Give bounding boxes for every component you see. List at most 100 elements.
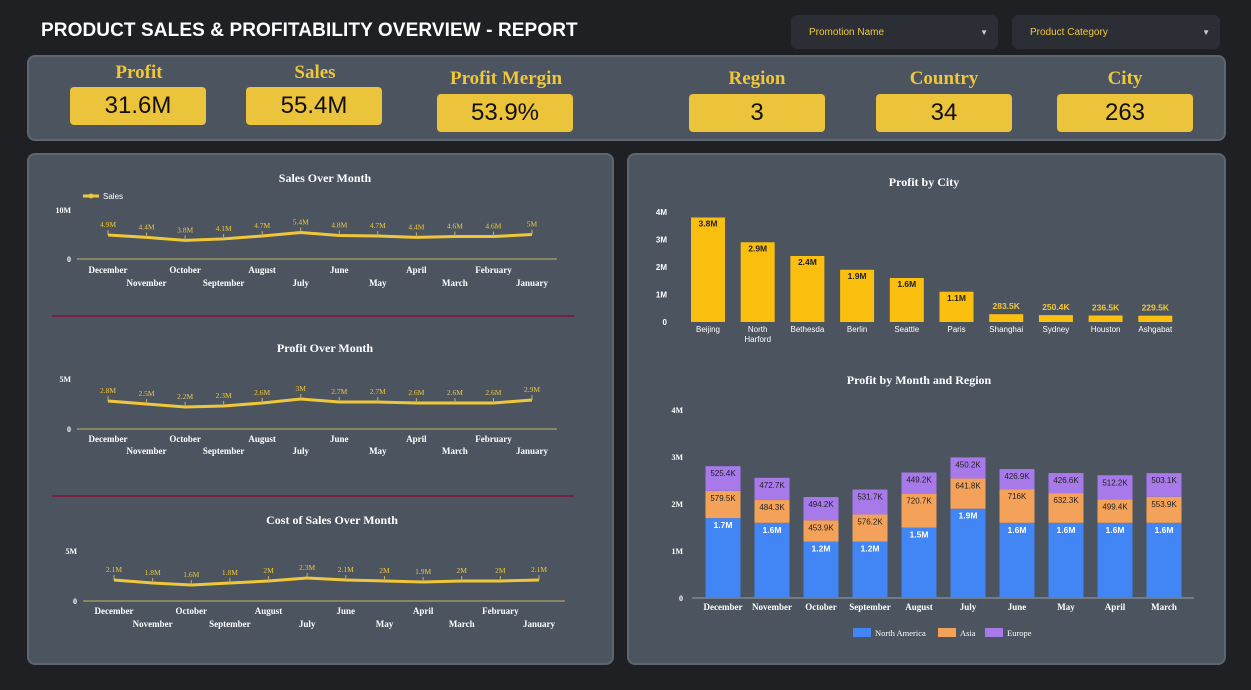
sales-over-month-data-label: 4.6M: [447, 221, 463, 230]
product-category-filter[interactable]: Product Category ▼: [1012, 15, 1220, 49]
profit-by-city-x-tick: Houston: [1091, 325, 1121, 334]
chevron-down-icon: ▼: [1202, 27, 1210, 37]
profit-by-month-region-y-tick: 2M: [671, 500, 683, 509]
profit-by-city-data-label: 1.6M: [897, 279, 916, 289]
profit-by-month-region-data-label: 1.6M: [1155, 525, 1174, 535]
cost-of-sales-over-month-data-label: 1.6M: [183, 570, 199, 579]
profit-by-month-region-data-label: 1.7M: [714, 520, 733, 530]
profit-by-city-title: Profit by City: [889, 175, 959, 189]
sales-over-month-data-label: 4.7M: [254, 221, 270, 230]
sales-legend: Sales: [83, 192, 123, 201]
profit-over-month-data-label: 2.3M: [216, 391, 232, 400]
profit-by-month-region-y-tick: 0: [679, 594, 683, 603]
cost-of-sales-over-month-x-tick: January: [523, 619, 556, 629]
profit-by-month-region-data-label: 1.6M: [1008, 525, 1027, 535]
profit-over-month-data-label: 2.6M: [447, 388, 463, 397]
profit-by-city-bar: [989, 314, 1024, 322]
kpi-label-profit: Profit: [115, 62, 163, 83]
profit-by-month-region-legend-label-north-america: North America: [875, 628, 926, 638]
profit-by-city-data-label: 250.4K: [1042, 302, 1070, 312]
kpi-value-region: 3: [689, 94, 825, 132]
profit-breakdown-panel: Profit by City 0 1M 2M 3M 4M 3.8M Beijing 2.9M No…: [627, 153, 1226, 665]
profit-by-city-y-tick: 0: [663, 318, 668, 327]
profit-by-month-region-data-label: 1.6M: [1106, 525, 1125, 535]
cost-of-sales-over-month-x-tick: April: [413, 606, 434, 616]
profit-by-city-bar: [740, 242, 775, 322]
profit-by-city-data-label: 236.5K: [1092, 302, 1120, 312]
profit-by-month-region-x-tick: April: [1105, 602, 1126, 612]
profit-by-month-region-data-label: 484.3K: [759, 503, 785, 512]
profit-over-month-x-tick: May: [369, 446, 387, 456]
cost-of-sales-over-month-x-tick: October: [176, 606, 208, 616]
profit-by-city-x-tick: Shanghai: [989, 325, 1023, 334]
profit-by-city-x-tick: Berlin: [847, 325, 867, 334]
profit-over-month-data-label: 2.7M: [331, 387, 347, 396]
sales-over-month-data-label: 3.8M: [177, 225, 193, 234]
cost-of-sales-over-month-y-tick: 0: [73, 597, 77, 606]
promotion-name-filter[interactable]: Promotion Name ▼: [791, 15, 998, 49]
profit-by-month-region-y-tick: 4M: [671, 406, 683, 415]
profit-over-month-line: [107, 397, 533, 409]
profit-by-city-x-tick: Ashgabat: [1138, 325, 1173, 334]
profit-by-month-region-legend-swatch-europe: [985, 628, 1003, 637]
sales-over-month-data-label: 5.4M: [293, 218, 309, 227]
profit-by-month-region-legend-swatch-asia: [938, 628, 956, 637]
profit-over-month-data-label: 2.6M: [408, 388, 424, 397]
profit-by-month-region-data-label: 576.2K: [857, 518, 883, 527]
sales-over-month-data-label: 4.9M: [100, 220, 116, 229]
profit-by-month-region-data-label: 632.3K: [1053, 496, 1079, 505]
profit-over-month-x-tick: July: [292, 446, 309, 456]
profit-by-city-data-label: 1.1M: [947, 293, 966, 303]
kpi-value-city: 263: [1057, 94, 1193, 132]
profit-by-month-region-x-tick: November: [752, 602, 792, 612]
sales-over-month-data-label: 4.4M: [139, 222, 155, 231]
profit-over-month-data-label: 2.2M: [177, 392, 193, 401]
cost-of-sales-over-month-x-tick: August: [255, 606, 283, 616]
profit-by-month-region-data-label: 525.4K: [710, 469, 736, 478]
profit-over-month-data-label: 2.7M: [370, 387, 386, 396]
cost-of-sales-over-month-data-label: 2M: [457, 566, 468, 575]
cost-of-sales-over-month-x-tick: June: [337, 606, 356, 616]
kpi-panel: Profit 31.6M Sales 55.4M Profit Mergin 5…: [27, 55, 1226, 141]
sales-over-month-data-label: 4.7M: [370, 221, 386, 230]
profit-by-month-region-data-label: 512.2K: [1102, 478, 1128, 487]
cost-of-sales-over-month-x-tick: March: [449, 619, 475, 629]
sales-over-month-y-tick: 0: [67, 255, 71, 264]
profit-by-city-data-label: 1.9M: [848, 271, 867, 281]
profit-over-month-data-label: 2.5M: [139, 389, 155, 398]
profit-by-month-region-data-label: 641.8K: [955, 482, 981, 491]
cost-of-sales-over-month-x-tick: November: [133, 619, 173, 629]
sales-legend-label: Sales: [103, 192, 123, 201]
profit-by-month-region-data-label: 579.5K: [710, 494, 736, 503]
profit-breakdown-svg: Profit by City 0 1M 2M 3M 4M 3.8M Beijing 2.9M No…: [656, 175, 1194, 638]
kpi-label-profit-margin: Profit Mergin: [449, 68, 563, 89]
kpi-value-profit: 31.6M: [70, 87, 206, 125]
cost-of-sales-over-month-data-label: 1.9M: [415, 567, 431, 576]
sales-over-month-x-tick: July: [292, 278, 309, 288]
profit-by-month-region-y-tick: 1M: [671, 547, 683, 556]
profit-over-month-x-tick: September: [203, 446, 245, 456]
cost-of-sales-over-month-x-tick: July: [299, 619, 316, 629]
profit-over-month-x-tick: February: [475, 434, 512, 444]
sales-over-month-data-label: 4.8M: [331, 220, 347, 229]
sales-over-month-x-tick: October: [169, 265, 201, 275]
cost-of-sales-over-month-data-label: 2M: [263, 566, 274, 575]
cost-of-sales-over-month-data-label: 2M: [495, 566, 506, 575]
profit-over-month-data-label: 2.6M: [254, 388, 270, 397]
profit-by-city-x-tick: North Harford: [744, 325, 771, 344]
profit-over-month-x-tick: October: [169, 434, 201, 444]
profit-by-month-region-chart: Profit by Month and Region 0 1M 2M 3M 4M 1.7M 5…: [671, 373, 1194, 638]
profit-by-month-region-data-label: 1.5M: [910, 530, 929, 540]
sales-over-month-x-tick: August: [248, 265, 276, 275]
cost-of-sales-over-month-y-tick: 5M: [65, 547, 77, 556]
profit-by-city-x-tick: Beijing: [696, 325, 720, 334]
profit-by-month-region-data-label: 720.7K: [906, 497, 932, 506]
profit-by-month-region-x-tick: August: [905, 602, 933, 612]
cost-of-sales-over-month-data-label: 2.3M: [299, 563, 315, 572]
kpi-label-region: Region: [728, 68, 786, 89]
cost-of-sales-over-month-x-tick: February: [482, 606, 519, 616]
cost-of-sales-over-month-x-tick: December: [95, 606, 134, 616]
kpi-label-sales: Sales: [294, 62, 336, 83]
profit-over-month-data-label: 2.6M: [485, 388, 501, 397]
sales-over-month-x-tick: March: [442, 278, 468, 288]
